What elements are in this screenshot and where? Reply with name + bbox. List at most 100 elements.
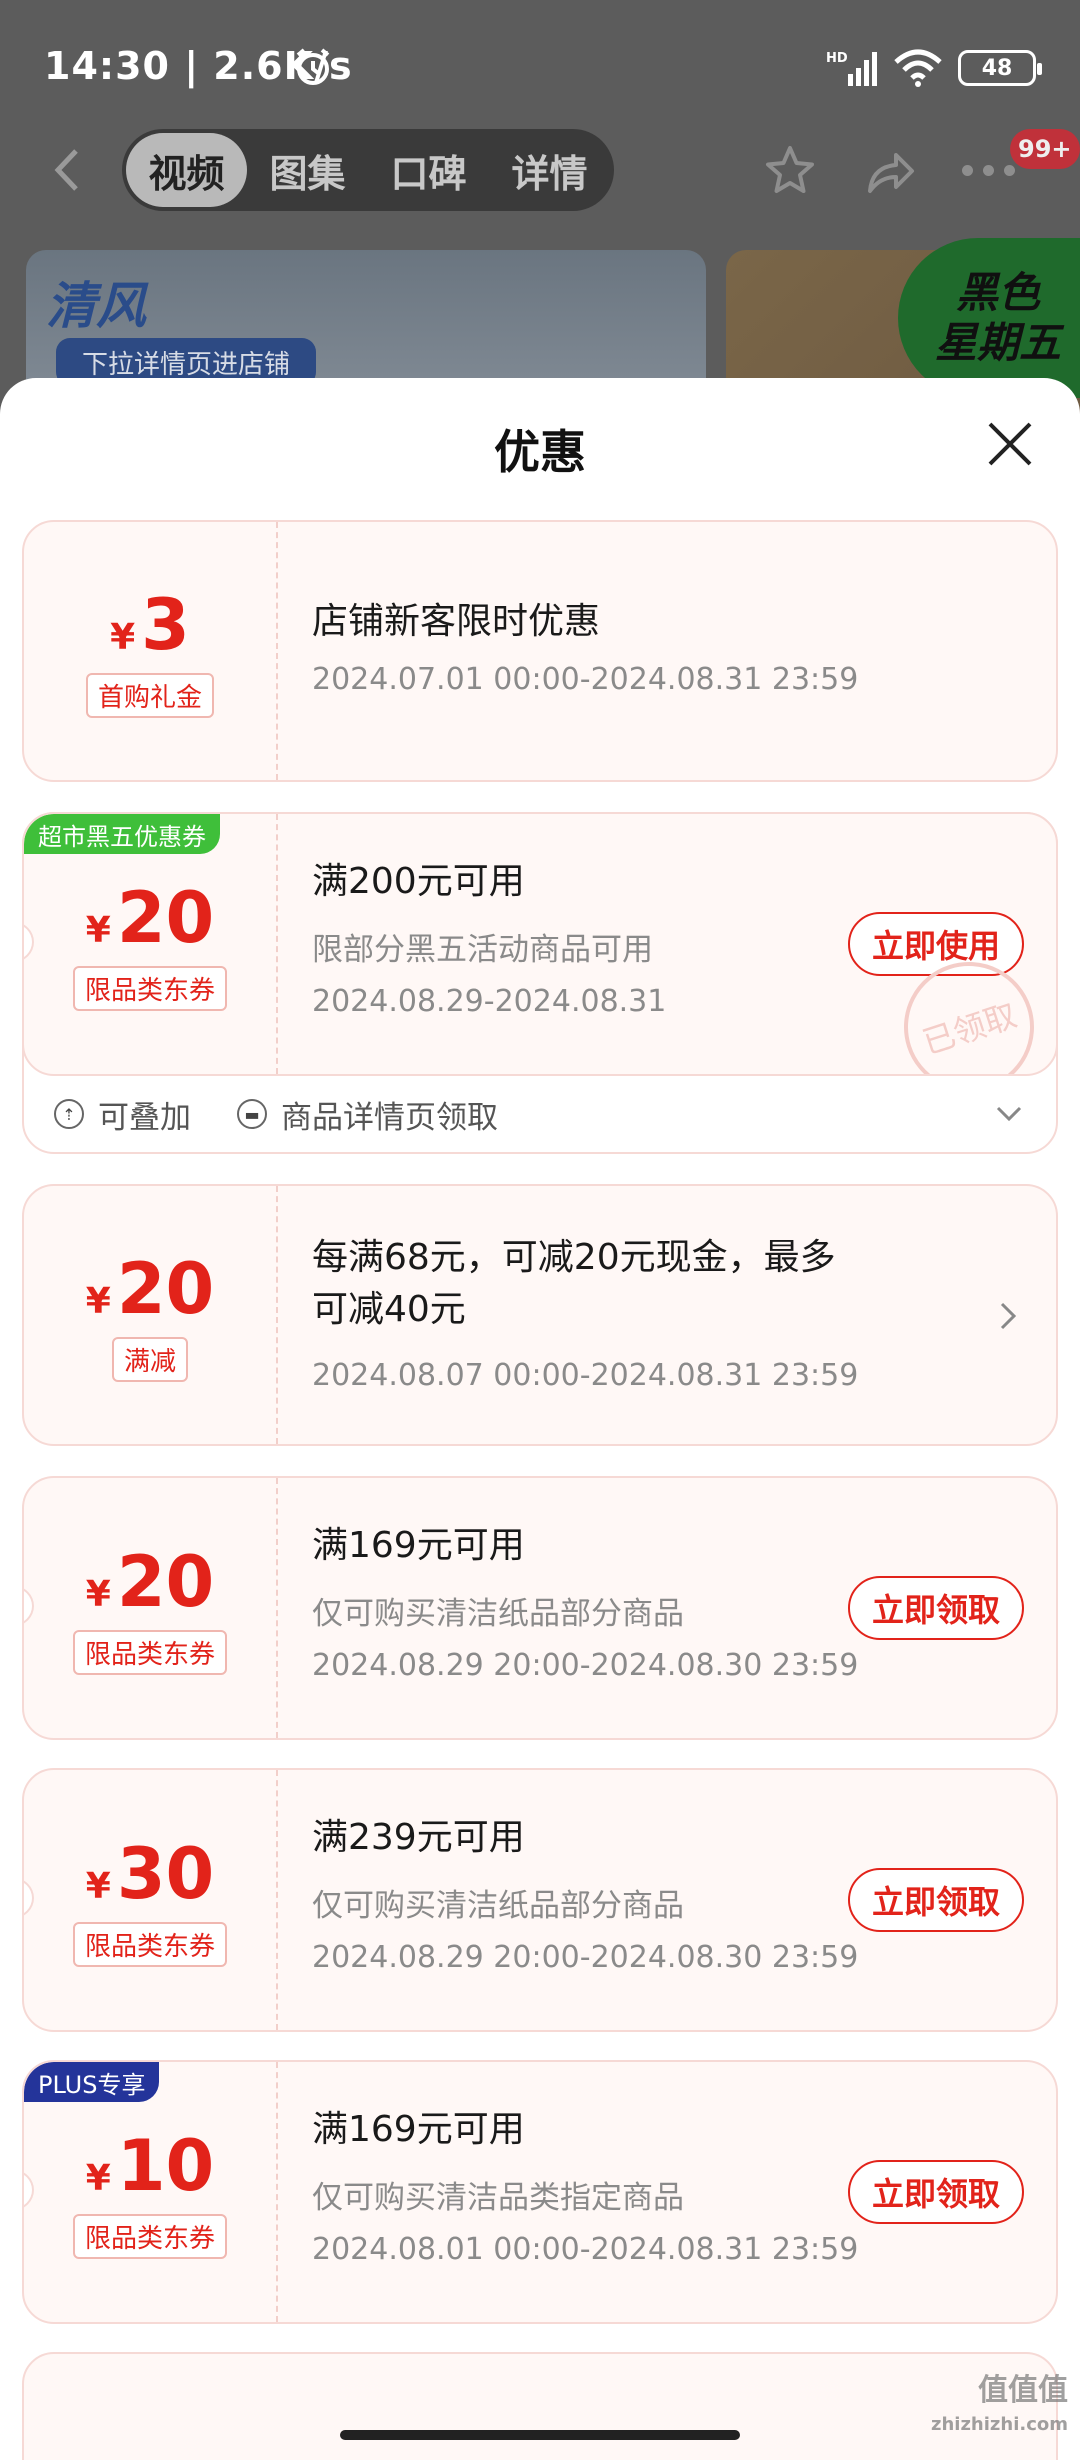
coupon-card[interactable]: ¥3 首购礼金 店铺新客限时优惠 2024.07.01 00:00-2024.0… <box>22 520 1058 782</box>
coupon-card[interactable]: ¥20 满减 每满68元，可减20元现金，最多 可减40元 2024.08.07… <box>22 1184 1058 1446</box>
coupon-amount: 10 <box>116 2124 215 2207</box>
coupon-value: ¥3 首购礼金 <box>24 522 276 780</box>
coupon-card[interactable]: PLUS专享 ¥10 限品类东券 满169元可用 仅可购买清洁品类指定商品 20… <box>22 2060 1058 2324</box>
share-icon[interactable] <box>862 145 918 201</box>
brand-logo: 清风 <box>46 276 146 335</box>
stackable-label: 可叠加 <box>98 1099 191 1136</box>
close-icon[interactable] <box>986 420 1034 468</box>
claim-now-button[interactable]: 立即领取 <box>848 1576 1024 1640</box>
coupon-scope: 限部分黑五活动商品可用 <box>312 932 653 968</box>
favorite-star-icon[interactable] <box>762 143 818 199</box>
network-label: HD <box>826 51 848 66</box>
coupon-info: 满169元可用 仅可购买清洁纸品部分商品 2024.08.29 20:00-20… <box>312 1478 1056 1738</box>
coupon-date: 2024.07.01 00:00-2024.08.31 23:59 <box>312 662 859 697</box>
tab-gallery[interactable]: 图集 <box>247 133 368 207</box>
plus-exclusive-tag: PLUS专享 <box>24 2062 160 2102</box>
stack-icon: ⇡ <box>54 1099 84 1129</box>
promo-line-1: 黑色 <box>955 268 1040 317</box>
coupon-type-badge: 限品类东券 <box>72 965 227 1011</box>
top-nav: 视频 图集 口碑 详情 99+ <box>0 125 1080 215</box>
coupon-scope: 仅可购买清洁纸品部分商品 <box>312 1888 684 1924</box>
coupon-title: 满169元可用 <box>312 2109 525 2150</box>
coupon-title: 店铺新客限时优惠 <box>312 601 601 642</box>
currency-symbol: ¥ <box>85 909 111 951</box>
coupon-info: 满239元可用 仅可购买清洁纸品部分商品 2024.08.29 20:00-20… <box>312 1770 1056 2030</box>
tab-details[interactable]: 详情 <box>489 133 610 207</box>
more-icon[interactable] <box>962 165 1022 179</box>
home-indicator[interactable] <box>340 2430 740 2440</box>
coupon-amount: 20 <box>116 1540 215 1623</box>
currency-symbol: ¥ <box>110 616 136 658</box>
use-now-button[interactable]: 立即使用 <box>848 912 1024 976</box>
alarm-icon <box>296 48 330 85</box>
claim-now-button[interactable]: 立即领取 <box>848 2160 1024 2224</box>
coupon-date: 2024.08.29-2024.08.31 <box>312 984 667 1019</box>
chevron-down-icon[interactable] <box>994 1102 1024 1126</box>
chevron-right-icon[interactable] <box>996 1298 1022 1334</box>
coupon-card[interactable]: ¥30 限品类东券 满239元可用 仅可购买清洁纸品部分商品 2024.08.2… <box>22 1768 1058 2032</box>
wifi-icon <box>894 49 942 87</box>
coupon-date: 2024.08.29 20:00-2024.08.30 23:59 <box>312 1648 859 1683</box>
watermark-url: zhizhizhi.com <box>930 2414 1068 2435</box>
coupon-info: 满200元可用 限部分黑五活动商品可用 2024.08.29-2024.08.3… <box>312 814 1056 1074</box>
coupon-divider <box>276 814 278 1074</box>
coupon-title-line-2: 可减40元 <box>312 1289 466 1330</box>
coupon-type-badge: 首购礼金 <box>85 672 214 718</box>
coupon-info: 满169元可用 仅可购买清洁品类指定商品 2024.08.01 00:00-20… <box>312 2062 1056 2322</box>
coupon-amount: 20 <box>116 1247 215 1330</box>
claim-now-button[interactable]: 立即领取 <box>848 1868 1024 1932</box>
coupon-value: ¥30 限品类东券 <box>24 1770 276 2030</box>
coupon-type-badge: 限品类东券 <box>72 1629 227 1675</box>
coupon-extras: ⇡ 可叠加 ▬ 商品详情页领取 <box>24 1076 1056 1152</box>
media-tabs: 视频 图集 口碑 详情 <box>122 129 614 211</box>
coupon-divider <box>276 1186 278 1444</box>
coupon-date: 2024.08.07 00:00-2024.08.31 23:59 <box>312 1358 859 1393</box>
currency-symbol: ¥ <box>85 1865 111 1907</box>
coupon-divider <box>276 522 278 780</box>
currency-symbol: ¥ <box>85 2157 111 2199</box>
black-friday-badge: 黑色 星期五 <box>898 238 1080 398</box>
promo-line-2: 星期五 <box>934 318 1061 367</box>
coupon-info: 店铺新客限时优惠 2024.07.01 00:00-2024.08.31 23:… <box>312 522 1056 780</box>
coupon-amount: 30 <box>116 1832 215 1915</box>
coupon-scope: 仅可购买清洁纸品部分商品 <box>312 1596 684 1632</box>
coupon-info: 每满68元，可减20元现金，最多 可减40元 2024.08.07 00:00-… <box>312 1186 1056 1444</box>
coupon-amount: 20 <box>116 876 215 959</box>
status-bar: 14:30 | 2.6K/s HD 48 <box>0 0 1080 130</box>
coupon-title: 满200元可用 <box>312 861 525 902</box>
coupon-type-badge: 限品类东券 <box>72 2213 227 2259</box>
coupon-type-badge: 限品类东券 <box>72 1921 227 1967</box>
black-friday-coupon-tag: 超市黑五优惠券 <box>24 814 220 854</box>
coupon-type-badge: 满减 <box>111 1336 188 1382</box>
coupon-card-partial[interactable] <box>22 2352 1058 2460</box>
tab-video[interactable]: 视频 <box>126 133 247 207</box>
coupon-divider <box>276 1478 278 1738</box>
coupon-title: 满169元可用 <box>312 1525 525 1566</box>
coupon-card[interactable]: 超市黑五优惠券 ¥20 限品类东券 满200元可用 限部分黑五活动商品可用 20… <box>22 812 1058 1076</box>
message-badge: 99+ <box>1010 129 1080 169</box>
coupon-date: 2024.08.29 20:00-2024.08.30 23:59 <box>312 1940 859 1975</box>
coupon-value: ¥20 限品类东券 <box>24 1478 276 1738</box>
currency-symbol: ¥ <box>85 1280 111 1322</box>
coupon-scope: 仅可购买清洁品类指定商品 <box>312 2180 684 2216</box>
coupon-title: 满239元可用 <box>312 1817 525 1858</box>
offers-sheet: 优惠 ¥3 首购礼金 店铺新客限时优惠 2024.07.01 00:00-202… <box>0 378 1080 2460</box>
ticket-icon: ▬ <box>237 1099 267 1129</box>
cellular-signal-icon: HD <box>826 51 877 86</box>
watermark-text: 值值值 <box>978 2373 1068 2408</box>
coupon-card[interactable]: ¥20 限品类东券 满169元可用 仅可购买清洁纸品部分商品 2024.08.2… <box>22 1476 1058 1740</box>
coupon-divider <box>276 1770 278 2030</box>
claim-source-label: 商品详情页领取 <box>281 1099 498 1136</box>
currency-symbol: ¥ <box>85 1573 111 1615</box>
battery-icon: 48 <box>958 50 1042 86</box>
back-arrow-icon[interactable] <box>44 145 94 195</box>
coupon-title-line-1: 每满68元，可减20元现金，最多 <box>312 1237 836 1278</box>
battery-level: 48 <box>981 55 1013 81</box>
sheet-title: 优惠 <box>494 425 586 479</box>
tab-reviews[interactable]: 口碑 <box>368 133 489 207</box>
coupon-value: ¥20 满减 <box>24 1186 276 1444</box>
watermark: 值值值 zhizhizhi.com <box>931 2374 1068 2442</box>
coupon-amount: 3 <box>141 583 190 666</box>
coupon-divider <box>276 2062 278 2322</box>
coupon-date: 2024.08.01 00:00-2024.08.31 23:59 <box>312 2232 859 2267</box>
